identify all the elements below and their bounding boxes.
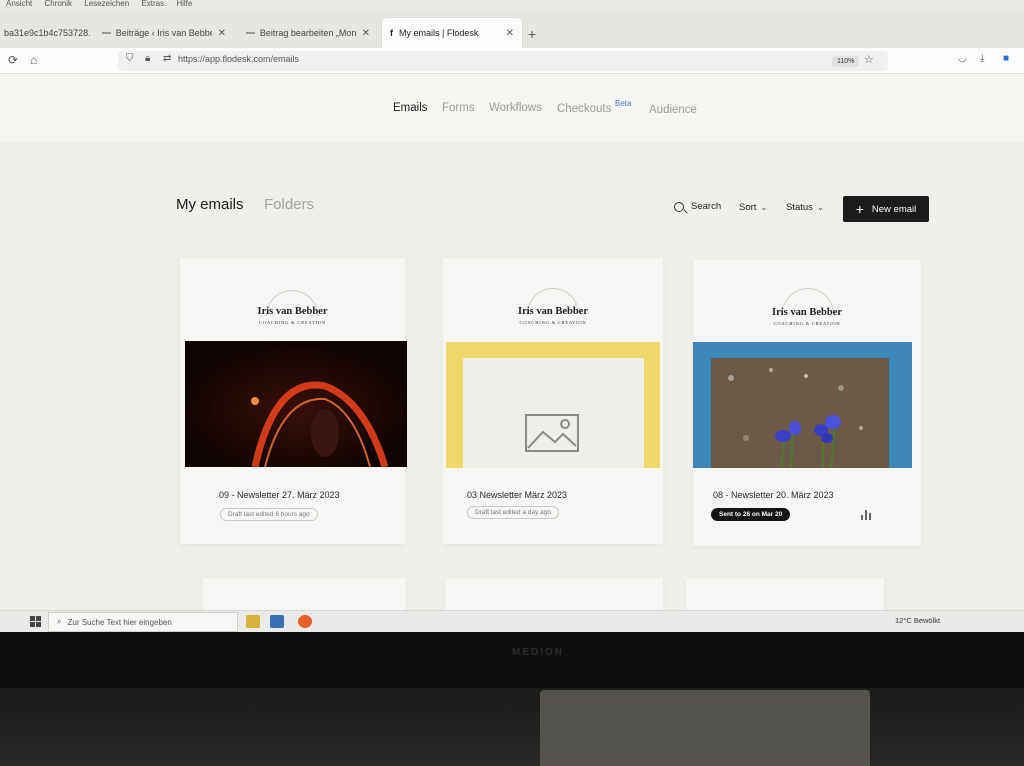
taskbar-search-placeholder: Zur Suche Text hier eingeben [67, 617, 172, 627]
taskbar-search-input[interactable]: ⌕ Zur Suche Text hier eingeben [48, 612, 238, 632]
email-brand-subtitle: COACHING & CREATION [519, 320, 587, 325]
status-dropdown[interactable]: Status ⌄ [786, 202, 824, 213]
extension-icon[interactable]: ■ [1003, 53, 1009, 64]
close-icon[interactable]: ✕ [506, 28, 514, 39]
url-text[interactable]: https://app.flodesk.com/emails [178, 54, 299, 64]
home-icon[interactable]: ⌂ [30, 53, 37, 67]
status-badge: Draft last edited a day ago [467, 506, 559, 519]
beta-badge: Beta [615, 99, 632, 108]
taskbar-app-icon[interactable] [270, 615, 284, 628]
red-light-arc-image [185, 341, 407, 467]
browser-menubar: Ansicht Chronik Lesezeichen Extras Hilfe [0, 0, 1024, 10]
windows-start-icon[interactable] [30, 616, 41, 627]
tab-favicon-icon [102, 32, 111, 34]
email-brand: Iris van Bebber [257, 306, 328, 317]
nav-emails[interactable]: Emails [393, 102, 428, 114]
plus-icon: + [855, 201, 864, 217]
flowers-on-soil-image [711, 358, 889, 468]
email-card[interactable]: Iris van Bebber COACHING & CREATION 08 -… [693, 260, 921, 546]
browser-navbar: ⟳ ⌂ ⛉ 🔒︎ ⇄ ☆ ◡ ⤓ ■ [0, 48, 1024, 74]
browser-tabstrip: ba31e9c1b4c753728…✕ Beiträge ‹ Iris van … [0, 10, 1024, 48]
bookmark-star-icon[interactable]: ☆ [864, 53, 874, 66]
email-title[interactable]: 09 - Newsletter 27. März 2023 [219, 490, 340, 500]
tab-label: My emails | Flodesk [399, 28, 479, 38]
tab-label: ba31e9c1b4c753728… [4, 28, 90, 38]
close-icon[interactable]: ✕ [218, 28, 226, 39]
email-title[interactable]: 08 - Newsletter 20. März 2023 [713, 490, 834, 500]
email-card[interactable] [445, 578, 663, 610]
photo-of-monitor: Ansicht Chronik Lesezeichen Extras Hilfe… [0, 0, 1024, 766]
tab-favicon-icon [246, 32, 255, 34]
monitor-brand-logo: MEDION [512, 647, 564, 658]
monitor-screen: Ansicht Chronik Lesezeichen Extras Hilfe… [0, 0, 1024, 632]
nav-audience[interactable]: Audience [649, 104, 697, 116]
close-icon[interactable]: ✕ [362, 28, 370, 39]
search-label: Search [691, 201, 722, 212]
status-badge: Sent to 26 on Mar 20 [711, 508, 791, 521]
weather-widget[interactable]: 12°C Bewölkt [895, 616, 940, 625]
app-top-nav: Emails Forms Workflows Checkouts Beta Au… [0, 74, 1024, 142]
email-header-frame [446, 342, 660, 468]
sort-dropdown[interactable]: Sort ⌄ [739, 202, 767, 213]
browser-tab[interactable]: Beiträge ‹ Iris van Bebber — Wo ✕ [94, 18, 234, 48]
image-placeholder-icon [525, 414, 579, 452]
permissions-icon[interactable]: ⇄ [163, 53, 171, 64]
status-label: Status [786, 202, 813, 213]
monitor-bezel [0, 632, 1024, 688]
menu-item[interactable]: Lesezeichen [84, 0, 129, 8]
lock-icon[interactable]: 🔒︎ [145, 53, 150, 64]
email-title[interactable]: 03 Newsletter März 2023 [467, 490, 567, 500]
file-explorer-icon[interactable] [246, 615, 260, 628]
email-header-image [185, 341, 407, 467]
email-brand: Iris van Bebber [517, 306, 588, 317]
email-brand-subtitle: COACHING & CREATION [259, 320, 326, 325]
search-icon: ⌕ [57, 617, 62, 626]
menu-item[interactable]: Chronik [44, 0, 72, 8]
menu-item[interactable]: Extras [141, 0, 164, 8]
menu-item[interactable]: Ansicht [6, 0, 32, 8]
shield-icon[interactable]: ⛉ [126, 53, 134, 64]
flodesk-favicon-icon: f [390, 28, 393, 38]
menu-item[interactable]: Hilfe [176, 0, 192, 8]
new-tab-button[interactable]: + [528, 26, 536, 42]
flodesk-app: Emails Forms Workflows Checkouts Beta Au… [0, 74, 1024, 610]
chevron-down-icon: ⌄ [816, 203, 824, 212]
pocket-icon[interactable]: ◡ [958, 53, 967, 64]
tab-label: Beitrag bearbeiten „Monatsrück [259, 28, 356, 38]
page-title[interactable]: My emails [176, 196, 244, 213]
tab-label: Beiträge ‹ Iris van Bebber — Wo [115, 28, 212, 38]
image-placeholder [463, 358, 644, 468]
browser-tab[interactable]: ba31e9c1b4c753728…✕ [0, 18, 90, 48]
browser-tab[interactable]: Beitrag bearbeiten „Monatsrück ✕ [238, 18, 378, 48]
nav-checkouts[interactable]: Checkouts [557, 103, 611, 115]
email-card[interactable]: Iris van Bebber COACHING & CREATION 03 N… [443, 258, 663, 544]
zoom-level[interactable]: 110% [832, 56, 860, 67]
firefox-icon[interactable] [298, 615, 312, 628]
desk-device [540, 690, 870, 766]
email-brand-subtitle: COACHING & CREATION [773, 321, 841, 326]
browser-tab-active[interactable]: f My emails | Flodesk ✕ [382, 18, 522, 48]
nav-forms[interactable]: Forms [442, 102, 475, 114]
email-card[interactable]: Iris van Bebber COACHING & CREATION 09 -… [180, 258, 407, 544]
search-button[interactable]: Search [674, 201, 721, 212]
status-badge: Draft last edited 6 hours ago [220, 508, 318, 521]
email-card[interactable] [203, 578, 406, 610]
desk-background [0, 688, 1024, 766]
search-icon [674, 201, 684, 212]
download-icon[interactable]: ⤓ [980, 53, 984, 64]
email-brand: Iris van Bebber [771, 307, 842, 318]
email-card[interactable] [686, 578, 884, 610]
reload-icon[interactable]: ⟳ [8, 53, 18, 67]
windows-taskbar: ⌕ Zur Suche Text hier eingeben 12°C Bewö… [0, 610, 1024, 632]
sort-label: Sort [739, 202, 757, 213]
tab-folders[interactable]: Folders [264, 196, 314, 213]
stats-icon[interactable] [861, 510, 871, 520]
email-header-frame [693, 342, 912, 468]
new-email-button[interactable]: + New email [843, 196, 929, 222]
chevron-down-icon: ⌄ [760, 203, 768, 212]
new-email-label: New email [871, 203, 917, 215]
nav-workflows[interactable]: Workflows [489, 102, 542, 114]
